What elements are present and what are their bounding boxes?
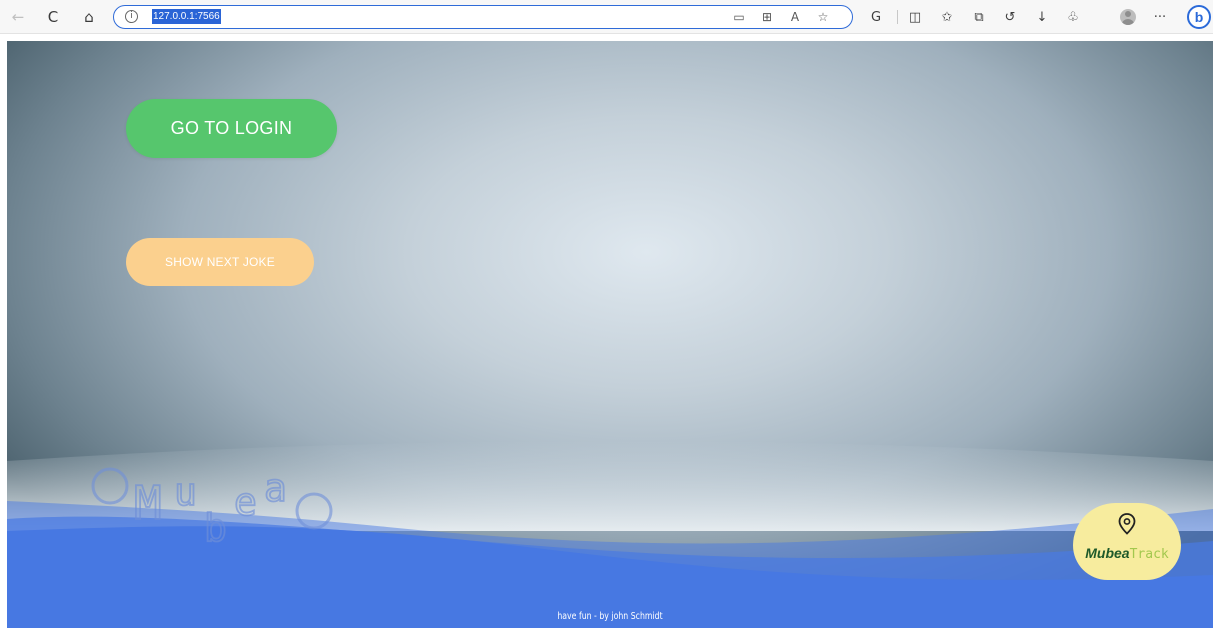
refresh-icon[interactable]: C xyxy=(43,7,63,27)
show-next-joke-button[interactable]: SHOW NEXT JOKE xyxy=(126,238,314,286)
history-icon[interactable]: ↺ xyxy=(1000,7,1020,27)
go-to-login-button[interactable]: GO TO LOGIN xyxy=(126,99,337,158)
downloads-icon[interactable]: ↓ xyxy=(1032,7,1052,27)
split-screen-icon[interactable]: ◫ xyxy=(905,7,925,27)
site-info-icon[interactable]: i xyxy=(125,10,138,23)
bing-chat-icon[interactable]: b xyxy=(1187,5,1211,29)
mubea-track-label: MubeaTrack xyxy=(1085,545,1169,562)
browser-toolbar: ← C ⌂ i 127.0.0.1:7566 ▭ ⊞ A ☆ G ◫ ✩ ⧉ ↺… xyxy=(0,0,1213,34)
logo-letter-b: b xyxy=(204,506,227,550)
mubea-logo-graphic: M u b e a xyxy=(91,465,333,551)
apps-icon[interactable]: ⊞ xyxy=(758,9,776,25)
more-options-icon[interactable]: ··· xyxy=(1150,7,1170,27)
logo-letter-u: u xyxy=(174,470,197,514)
read-aloud-icon[interactable]: A xyxy=(786,9,804,25)
profile-avatar-icon[interactable] xyxy=(1120,9,1136,25)
home-icon[interactable]: ⌂ xyxy=(79,7,99,27)
immersive-reader-icon[interactable]: ▭ xyxy=(730,9,748,25)
favorite-star-icon[interactable]: ☆ xyxy=(814,9,832,25)
mubea-track-badge[interactable]: MubeaTrack xyxy=(1073,503,1181,580)
toolbar-divider xyxy=(897,10,898,24)
favorites-icon[interactable]: ✩ xyxy=(937,7,957,27)
copilot-icon[interactable]: G xyxy=(866,7,886,27)
logo-letter-a: a xyxy=(264,466,287,510)
location-pin-icon xyxy=(1118,513,1136,535)
page-viewport: GO TO LOGIN SHOW NEXT JOKE M u b e a Mub… xyxy=(7,41,1213,628)
address-bar[interactable]: i 127.0.0.1:7566 ▭ ⊞ A ☆ xyxy=(113,5,853,29)
extensions-icon[interactable]: ♧ xyxy=(1063,7,1083,27)
collections-icon[interactable]: ⧉ xyxy=(969,7,989,27)
logo-letter-e: e xyxy=(234,480,257,524)
mubea-logo: M u b e a xyxy=(72,459,392,559)
footer-credit: have fun - by john Schmidt xyxy=(557,611,663,622)
logo-letter-m: M xyxy=(134,476,162,530)
back-arrow-icon[interactable]: ← xyxy=(8,7,28,27)
url-text[interactable]: 127.0.0.1:7566 xyxy=(152,9,221,24)
